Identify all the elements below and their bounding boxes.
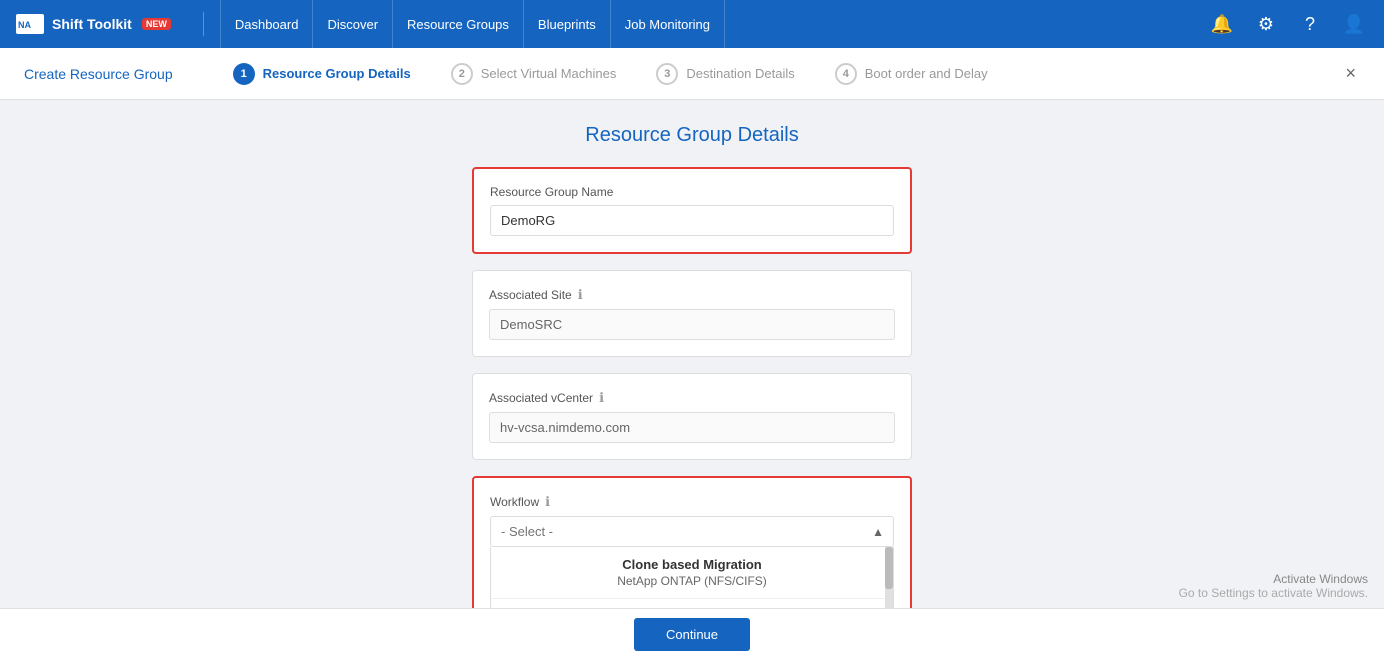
workflow-label: Workflow ℹ: [490, 494, 894, 510]
wizard-step-3[interactable]: 3 Destination Details: [636, 63, 814, 85]
associated-vcenter-section: Associated vCenter ℹ: [472, 373, 912, 460]
wizard-step-2[interactable]: 2 Select Virtual Machines: [431, 63, 637, 85]
associated-site-input: [489, 309, 895, 340]
nav-resource-groups[interactable]: Resource Groups: [393, 0, 524, 48]
wizard-header: Create Resource Group 1 Resource Group D…: [0, 48, 1384, 100]
wizard-step-1[interactable]: 1 Resource Group Details: [213, 63, 431, 85]
associated-vcenter-input: [489, 412, 895, 443]
workflow-select-input[interactable]: [490, 516, 894, 547]
associated-site-info-icon[interactable]: ℹ: [578, 287, 583, 303]
associated-site-label: Associated Site ℹ: [489, 287, 895, 303]
resource-group-name-section: Resource Group Name: [472, 167, 912, 254]
step-4-circle: 4: [835, 63, 857, 85]
top-navigation: NA Shift Toolkit NEW Dashboard Discover …: [0, 0, 1384, 48]
svg-text:NA: NA: [18, 20, 31, 30]
notification-icon[interactable]: 🔔: [1208, 10, 1236, 38]
scrollbar-thumb: [885, 547, 893, 589]
step-1-circle: 1: [233, 63, 255, 85]
netapp-logo: NA: [16, 14, 44, 34]
watermark-line2: Go to Settings to activate Windows.: [1179, 586, 1368, 600]
watermark-line1: Activate Windows: [1179, 572, 1368, 586]
nav-discover[interactable]: Discover: [313, 0, 393, 48]
step-1-label: Resource Group Details: [263, 66, 411, 81]
nav-icons: 🔔 ⚙ ? 👤: [1208, 10, 1368, 38]
nav-blueprints[interactable]: Blueprints: [524, 0, 611, 48]
wizard-title: Create Resource Group: [24, 66, 173, 82]
close-button[interactable]: ×: [1341, 59, 1360, 88]
associated-site-section: Associated Site ℹ: [472, 270, 912, 357]
resource-group-name-input[interactable]: [490, 205, 894, 236]
step-4-label: Boot order and Delay: [865, 66, 988, 81]
footer: Continue: [0, 608, 1384, 660]
workflow-select-wrapper: ▲: [490, 516, 894, 547]
product-badge: NEW: [142, 18, 171, 30]
nav-dashboard[interactable]: Dashboard: [220, 0, 314, 48]
associated-vcenter-label: Associated vCenter ℹ: [489, 390, 895, 406]
nav-links: Dashboard Discover Resource Groups Bluep…: [220, 0, 1208, 48]
dropdown-item-1[interactable]: Clone based Conversion NetApp ONTAP (NFS…: [491, 599, 893, 608]
wizard-step-4[interactable]: 4 Boot order and Delay: [815, 63, 1008, 85]
step-2-circle: 2: [451, 63, 473, 85]
main-content: Resource Group Details Resource Group Na…: [0, 100, 1384, 608]
step-3-label: Destination Details: [686, 66, 794, 81]
user-icon[interactable]: 👤: [1340, 10, 1368, 38]
associated-vcenter-info-icon[interactable]: ℹ: [599, 390, 604, 406]
nav-divider: [203, 12, 204, 36]
step-2-label: Select Virtual Machines: [481, 66, 617, 81]
brand: NA Shift Toolkit NEW: [16, 14, 171, 34]
product-name: Shift Toolkit: [52, 16, 132, 32]
workflow-section: Workflow ℹ ▲ Clone based Migration NetAp…: [472, 476, 912, 608]
workflow-dropdown-list: Clone based Migration NetApp ONTAP (NFS/…: [490, 547, 894, 608]
activate-watermark: Activate Windows Go to Settings to activ…: [1179, 572, 1368, 600]
workflow-info-icon[interactable]: ℹ: [545, 494, 550, 510]
help-icon[interactable]: ?: [1296, 10, 1324, 38]
dropdown-item-0-subtitle: NetApp ONTAP (NFS/CIFS): [505, 574, 879, 588]
form-title: Resource Group Details: [585, 124, 798, 147]
continue-button[interactable]: Continue: [634, 618, 750, 651]
nav-job-monitoring[interactable]: Job Monitoring: [611, 0, 725, 48]
step-3-circle: 3: [656, 63, 678, 85]
dropdown-item-0[interactable]: Clone based Migration NetApp ONTAP (NFS/…: [491, 547, 893, 599]
dropdown-scrollbar: [885, 547, 893, 608]
resource-group-name-label: Resource Group Name: [490, 185, 894, 199]
dropdown-item-0-title: Clone based Migration: [505, 557, 879, 572]
settings-icon[interactable]: ⚙: [1252, 10, 1280, 38]
wizard-steps: 1 Resource Group Details 2 Select Virtua…: [213, 63, 1318, 85]
